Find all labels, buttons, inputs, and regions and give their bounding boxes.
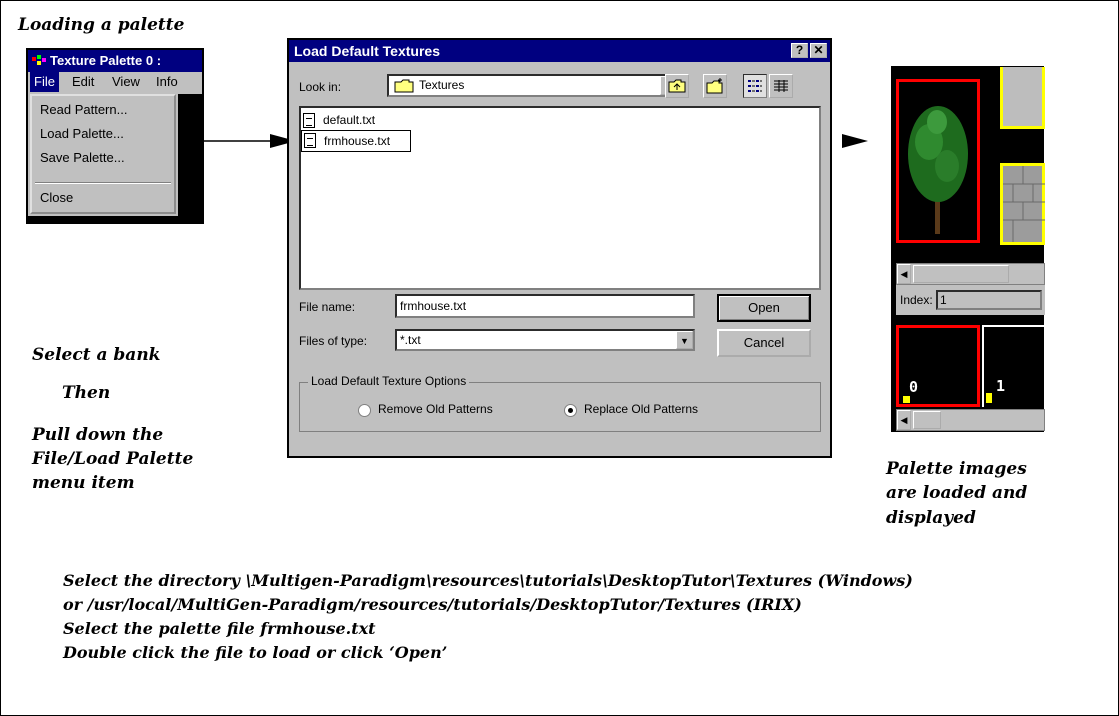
index-bar: Index: 1 — [896, 285, 1045, 315]
dialog-title: Load Default Textures — [294, 43, 440, 59]
concrete-texture-tile[interactable] — [1000, 67, 1045, 129]
scroll-thumb[interactable] — [913, 265, 1009, 283]
load-options-label: Load Default Texture Options — [308, 374, 470, 388]
index-value: 1 — [940, 293, 947, 307]
new-folder-button[interactable] — [703, 74, 727, 98]
new-folder-icon — [706, 78, 723, 94]
bank-1-tile[interactable]: 1 — [982, 325, 1045, 407]
bank-1-number: 1 — [996, 377, 1006, 395]
list-view-icon — [748, 80, 762, 92]
radio-replace-label: Replace Old Patterns — [584, 402, 699, 416]
text-file-icon — [303, 113, 315, 128]
scroll-thumb[interactable] — [913, 411, 941, 429]
file-name-input[interactable]: frmhouse.txt — [395, 294, 695, 318]
list-view-button[interactable] — [743, 74, 767, 98]
index-field[interactable]: 1 — [936, 290, 1042, 310]
text-file-icon — [304, 133, 316, 148]
load-options-group: Load Default Texture Options Remove Old … — [299, 374, 821, 432]
help-button[interactable]: ? — [791, 43, 808, 58]
files-of-type-label: Files of type: — [299, 334, 368, 348]
file-item-default[interactable]: default.txt — [303, 112, 443, 130]
folder-icon — [394, 79, 414, 93]
radio-replace-old[interactable] — [564, 404, 577, 417]
load-textures-dialog: Load Default Textures ? ✕ Look in: Textu… — [287, 38, 832, 458]
up-folder-icon — [668, 79, 686, 93]
look-in-combo[interactable]: Textures ▼ — [387, 74, 679, 97]
up-folder-button[interactable] — [665, 74, 689, 98]
arrow-head-to-palette — [842, 134, 868, 148]
texture-palette-view: ◀ Index: 1 0 1 ◀ — [891, 66, 1045, 432]
brick-texture-tile[interactable] — [1000, 163, 1045, 245]
files-of-type-value: *.txt — [400, 333, 421, 347]
bank-0-tile[interactable]: 0 — [896, 325, 980, 407]
tree-texture-tile[interactable] — [896, 79, 980, 243]
bank-marker-icon — [986, 393, 992, 403]
files-of-type-combo[interactable]: *.txt ▼ — [395, 329, 695, 351]
bank-0-number: 0 — [909, 378, 919, 396]
palette-horizontal-scrollbar[interactable]: ◀ — [896, 263, 1045, 285]
file-name-frmhouse: frmhouse.txt — [324, 134, 391, 148]
scroll-left-arrow[interactable]: ◀ — [897, 264, 911, 284]
radio-remove-old[interactable] — [358, 404, 371, 417]
file-list[interactable]: default.txt frmhouse.txt — [299, 106, 821, 290]
details-view-button[interactable] — [769, 74, 793, 98]
file-name-default: default.txt — [323, 113, 376, 127]
look-in-value: Textures — [419, 78, 465, 92]
cancel-button[interactable]: Cancel — [717, 329, 811, 357]
bank-marker-icon — [903, 396, 910, 403]
scroll-left-arrow[interactable]: ◀ — [897, 410, 911, 430]
tree-texture-image — [908, 106, 968, 234]
file-item-frmhouse[interactable]: frmhouse.txt — [301, 130, 411, 152]
file-name-value: frmhouse.txt — [400, 299, 467, 313]
look-in-label: Look in: — [299, 80, 342, 94]
chevron-down-icon[interactable]: ▼ — [676, 331, 693, 349]
brick-texture-image — [1003, 166, 1045, 242]
radio-remove-label: Remove Old Patterns — [378, 402, 493, 416]
file-name-label: File name: — [299, 300, 356, 314]
open-button[interactable]: Open — [717, 294, 811, 322]
details-view-icon — [774, 80, 788, 92]
index-label: Index: — [900, 293, 933, 307]
dialog-titlebar[interactable]: Load Default Textures ? ✕ — [289, 40, 830, 62]
bank-horizontal-scrollbar[interactable]: ◀ — [896, 409, 1045, 431]
close-button[interactable]: ✕ — [810, 43, 827, 58]
